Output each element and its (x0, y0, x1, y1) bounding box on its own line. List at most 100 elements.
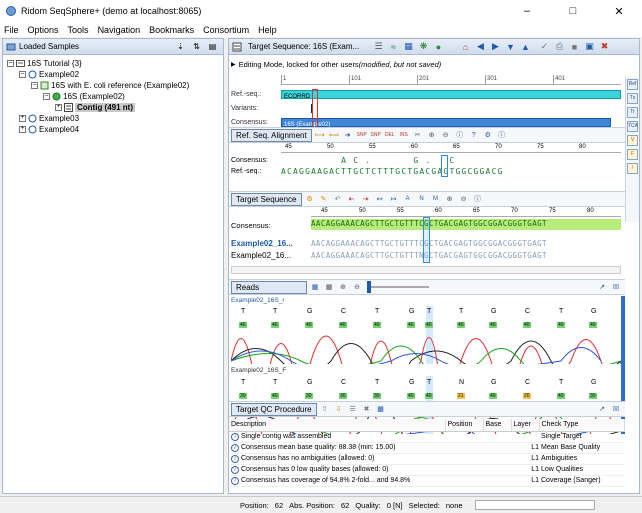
read-sequence-forward[interactable]: AACAGGAAACAGCTTGCTGTTTCGCTGACGAGTGGCGGAC… (311, 239, 621, 248)
zoom-slider[interactable] (367, 281, 429, 293)
text-panel-icon[interactable]: Tx (627, 93, 638, 104)
ref-alignment-tab[interactable]: Ref. Seq. Alignment (231, 128, 312, 142)
settings-gear-icon[interactable]: ⚙ (304, 193, 316, 205)
zoom-out-icon[interactable]: ⊖ (440, 129, 452, 141)
back-arrow-icon[interactable]: ◀ (474, 41, 487, 53)
print-icon[interactable]: ⎙ (553, 41, 566, 53)
tree-item-selected[interactable]: + Contig (491 nt) (5, 102, 221, 113)
edit-n-icon[interactable]: N (416, 193, 428, 205)
menu-bookmarks[interactable]: Bookmarks (149, 25, 194, 35)
home-icon[interactable]: ⌂ (459, 41, 472, 53)
open-window-icon[interactable]: ↗ (596, 403, 608, 415)
trim-left-icon[interactable]: ↤ (374, 193, 386, 205)
help-icon[interactable]: ? (468, 129, 480, 141)
snp-prev-icon[interactable]: SNP (370, 129, 382, 141)
up-arrow-icon[interactable]: ▲ (519, 41, 532, 53)
view-menu-icon[interactable]: ▤ (206, 41, 219, 52)
tree-item[interactable]: – 16S with E. coli reference (Example02) (5, 80, 221, 91)
collapse-toggle-icon[interactable]: – (7, 60, 14, 67)
tree-item[interactable]: + Example03 (5, 113, 221, 124)
column-description[interactable]: Description (229, 419, 446, 432)
cut-icon[interactable]: ✂ (412, 129, 424, 141)
open-window-icon[interactable]: ↗ (596, 281, 608, 293)
down-arrow-icon[interactable]: ▼ (504, 41, 517, 53)
undo-icon[interactable]: ↶ (332, 193, 344, 205)
menu-consortium[interactable]: Consortium (203, 25, 249, 35)
sort-icon[interactable]: ⇅ (190, 41, 203, 52)
clipboard-icon[interactable]: ✎ (318, 193, 330, 205)
settings-icon[interactable]: ⚙ (482, 129, 494, 141)
menu-options[interactable]: Options (28, 25, 59, 35)
arrow-left-icon[interactable]: ⟼ (314, 129, 326, 141)
grid-icon[interactable]: ▦ (323, 281, 335, 293)
horizontal-scrollbar[interactable] (231, 266, 621, 274)
align-right-icon[interactable]: ⇥ (360, 193, 372, 205)
collapse-toggle-icon[interactable]: – (43, 93, 50, 100)
target-sequence-tab[interactable]: Target Sequence (231, 192, 302, 206)
forward-arrow-icon[interactable]: ▶ (489, 41, 502, 53)
info-icon[interactable]: ⓘ (472, 193, 484, 205)
table-panel-icon[interactable]: TCA (627, 121, 638, 132)
layers-icon[interactable]: ▦ (402, 41, 415, 53)
edit-a-icon[interactable]: A (402, 193, 414, 205)
globe-icon[interactable]: ● (432, 41, 445, 53)
down-arrow-icon[interactable]: ⇩ (333, 403, 345, 415)
arrow-right-icon[interactable]: ⟽ (328, 129, 340, 141)
wifi-icon[interactable]: ≈ (387, 41, 400, 53)
reference-panel-icon[interactable]: Ref (627, 79, 638, 90)
tree-item[interactable]: + Example04 (5, 124, 221, 135)
pen-panel-icon[interactable]: / (627, 163, 638, 174)
filter-panel-icon[interactable]: F (627, 149, 638, 160)
read-sequence-reverse[interactable]: AACAGGAAACAGCTTGCTGTTTNGCTGACGAGTGGCGGAC… (311, 251, 621, 260)
delete-icon[interactable]: ✖ (361, 403, 373, 415)
del-icon[interactable]: DEL (384, 129, 396, 141)
zoom-out-icon[interactable]: ⊖ (351, 281, 363, 293)
table-row[interactable]: i Consensus has 0 low quality bases (allo… (229, 464, 625, 476)
table-row[interactable]: i Consensus mean base quality: 88.38 (min… (229, 442, 625, 454)
column-check-type[interactable]: Check Type (539, 419, 625, 432)
table-row[interactable]: i Consensus has coverage of 94.8% 2-fold.… (229, 475, 625, 487)
close-panel-icon[interactable]: ✖ (598, 41, 611, 53)
menu-help[interactable]: Help (258, 25, 277, 35)
collapse-toggle-icon[interactable]: – (19, 71, 26, 78)
up-arrow-icon[interactable]: ⇧ (319, 403, 331, 415)
zoom-slider-handle[interactable] (367, 281, 371, 293)
reads-tab[interactable]: Reads (231, 280, 307, 294)
column-position[interactable]: Position (445, 419, 484, 432)
expand-toggle-icon[interactable]: + (19, 126, 26, 133)
reference-sequence-bar[interactable]: ECORRD (281, 90, 621, 100)
chart-icon[interactable]: ▦ (375, 403, 387, 415)
save-icon[interactable]: ▣ (583, 41, 596, 53)
info-icon[interactable]: ⓘ (454, 129, 466, 141)
consensus-sequence[interactable]: AACAGGAAACAGCTTGCTGTTTCGCTGACGAGTGGCGGAC… (311, 219, 621, 230)
reads-icon[interactable]: ☰ (372, 41, 385, 53)
column-base[interactable]: Base (483, 419, 512, 432)
marker-icon[interactable]: M (430, 193, 442, 205)
translate-panel-icon[interactable]: Tr (627, 107, 638, 118)
chart-icon[interactable]: ▦ (309, 281, 321, 293)
expand-toggle-icon[interactable]: + (19, 115, 26, 122)
close-reads-icon[interactable]: ☒ (610, 281, 622, 293)
tree-item[interactable]: – Example02 (5, 69, 221, 80)
trim-right-icon[interactable]: ↦ (388, 193, 400, 205)
maximize-button[interactable]: □ (550, 0, 596, 22)
list-icon[interactable]: ☰ (347, 403, 359, 415)
ins-icon[interactable]: INS (398, 129, 410, 141)
info-circle-icon[interactable]: ⓘ (496, 129, 508, 141)
close-qc-icon[interactable]: ☒ (610, 403, 622, 415)
zoom-out-icon[interactable]: ⊖ (458, 193, 470, 205)
stamp-icon[interactable]: ✓ (538, 41, 551, 53)
read-name-reverse[interactable]: Example02_16... (231, 251, 291, 260)
column-layer[interactable]: Layer (511, 419, 540, 432)
collapse-toggle-icon[interactable]: – (31, 82, 38, 89)
tree-item[interactable]: – 16S Tutorial {3} (5, 58, 221, 69)
zoom-in-icon[interactable]: ⊕ (444, 193, 456, 205)
forward-icon[interactable]: ➜ (342, 129, 354, 141)
zoom-in-icon[interactable]: ⊕ (426, 129, 438, 141)
dna-icon[interactable]: ❋ (417, 41, 430, 53)
table-row[interactable]: i Single contig was assembled Single Targ… (229, 431, 625, 443)
menu-tools[interactable]: Tools (68, 25, 89, 35)
align-left-icon[interactable]: ⇤ (346, 193, 358, 205)
menu-file[interactable]: File (4, 25, 19, 35)
tree-item[interactable]: – 16S (Example02) (5, 91, 221, 102)
